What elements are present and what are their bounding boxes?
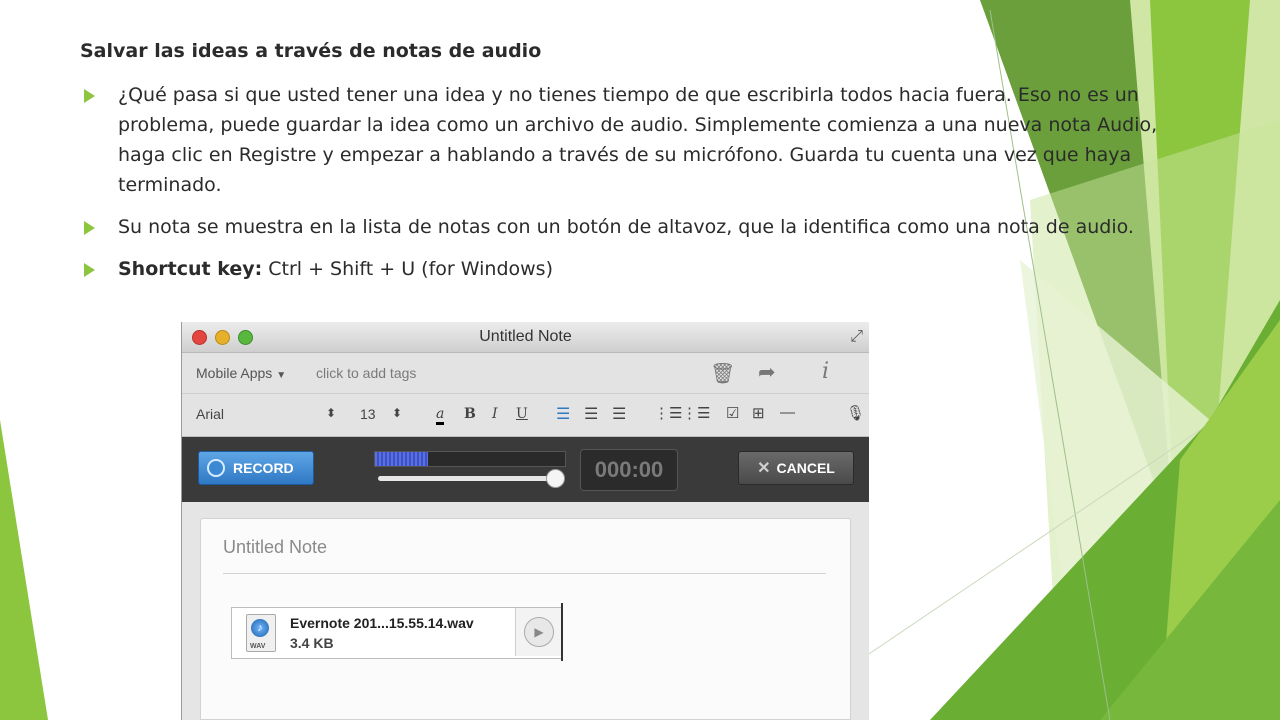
cancel-button[interactable]: ✕ CANCEL <box>738 451 854 485</box>
text-cursor <box>561 603 563 661</box>
font-size-stepper-icon[interactable]: ⬍ <box>392 406 402 420</box>
format-toolbar: Arial ⬍ 13 ⬍ a B I U ☰ ☰ ☰ ⋮☰ ⋮☰ ☑ ⊞ — 🎙 <box>182 394 869 437</box>
bullet-shortcut: Shortcut key: Ctrl + Shift + U (for Wind… <box>80 254 1210 284</box>
window-title: Untitled Note <box>479 328 572 345</box>
font-size-select[interactable]: 13 <box>360 406 376 422</box>
attachment-filename: Evernote 201...15.55.14.wav <box>290 615 474 631</box>
bullet-arrow-icon <box>84 221 95 235</box>
slide-title: Salvar las ideas a través de notas de au… <box>80 40 542 62</box>
bullet-list-icon[interactable]: ⋮☰ <box>654 404 682 422</box>
evernote-window: Untitled Note ⤢ Mobile Apps ▼ click to ad… <box>181 322 869 720</box>
fullscreen-icon[interactable]: ⤢ <box>850 328 863 346</box>
italic-icon[interactable]: I <box>492 406 498 422</box>
divider <box>223 573 826 574</box>
play-button-icon[interactable]: ▶ <box>524 617 554 647</box>
bullet-audio-idea: ¿Qué pasa si que usted tener una idea y … <box>80 80 1210 200</box>
note-meta-bar: Mobile Apps ▼ click to add tags 🗑 ➦ i <box>182 353 869 394</box>
file-type-label: WAV <box>250 643 266 650</box>
close-icon: ✕ <box>757 460 771 477</box>
trash-icon[interactable]: 🗑 <box>710 361 735 386</box>
shortcut-value: Ctrl + Shift + U (for Windows) <box>262 258 553 280</box>
bullet-note-list: Su nota se muestra en la lista de notas … <box>80 212 1210 242</box>
slide-content: Salvar las ideas a través de notas de au… <box>80 40 1210 296</box>
notebook-selector[interactable]: Mobile Apps ▼ <box>196 365 286 381</box>
tags-input[interactable]: click to add tags <box>316 365 416 381</box>
align-center-icon[interactable]: ☰ <box>584 404 598 424</box>
checkbox-icon[interactable]: ☑ <box>726 404 739 422</box>
cancel-label: CANCEL <box>776 460 835 476</box>
audio-level-fill <box>375 452 429 466</box>
record-button[interactable]: RECORD <box>198 451 314 485</box>
chevron-down-icon: ▼ <box>276 370 287 381</box>
notebook-label: Mobile Apps <box>196 365 273 381</box>
record-dot-icon <box>207 459 225 477</box>
horizontal-rule-icon[interactable]: — <box>780 404 795 421</box>
align-left-icon[interactable]: ☰ <box>556 404 570 424</box>
underline-icon[interactable]: U <box>516 406 528 422</box>
window-titlebar: Untitled Note ⤢ <box>182 322 869 353</box>
font-family-select[interactable]: Arial <box>196 406 224 422</box>
note-title-field[interactable]: Untitled Note <box>223 537 327 558</box>
audio-level-meter <box>374 451 566 467</box>
record-label: RECORD <box>233 460 294 476</box>
share-arrow-icon[interactable]: ➦ <box>758 360 776 385</box>
microphone-icon[interactable]: 🎙 <box>846 404 865 422</box>
bold-icon[interactable]: B <box>464 406 476 422</box>
note-editor-area: Untitled Note ♪ WAV Evernote 201...15.55… <box>182 502 869 720</box>
note-paper: Untitled Note ♪ WAV Evernote 201...15.55… <box>200 518 851 720</box>
align-right-icon[interactable]: ☰ <box>612 404 626 424</box>
bullet-arrow-icon <box>84 89 95 103</box>
bullet-arrow-icon <box>84 263 95 277</box>
wav-file-icon: ♪ WAV <box>246 614 276 652</box>
shortcut-label: Shortcut key: <box>118 258 263 280</box>
attachment-filesize: 3.4 KB <box>290 635 334 651</box>
play-area: ▶ <box>515 608 562 656</box>
volume-slider-knob[interactable] <box>546 469 566 488</box>
numbered-list-icon[interactable]: ⋮☰ <box>682 404 710 422</box>
table-icon[interactable]: ⊞ <box>752 404 765 422</box>
bullet-text: ¿Qué pasa si que usted tener una idea y … <box>118 84 1158 196</box>
font-family-stepper-icon[interactable]: ⬍ <box>326 406 336 420</box>
volume-slider[interactable] <box>378 469 566 488</box>
audio-attachment[interactable]: ♪ WAV Evernote 201...15.55.14.wav 3.4 KB… <box>231 607 563 659</box>
info-icon[interactable]: i <box>822 359 829 384</box>
bullet-text: Su nota se muestra en la lista de notas … <box>118 216 1134 238</box>
text-color-icon[interactable]: a <box>436 406 445 425</box>
music-note-icon: ♪ <box>251 619 269 637</box>
record-timer: 000:00 <box>580 449 678 491</box>
recorder-bar: RECORD 000:00 ✕ CANCEL <box>182 437 869 503</box>
